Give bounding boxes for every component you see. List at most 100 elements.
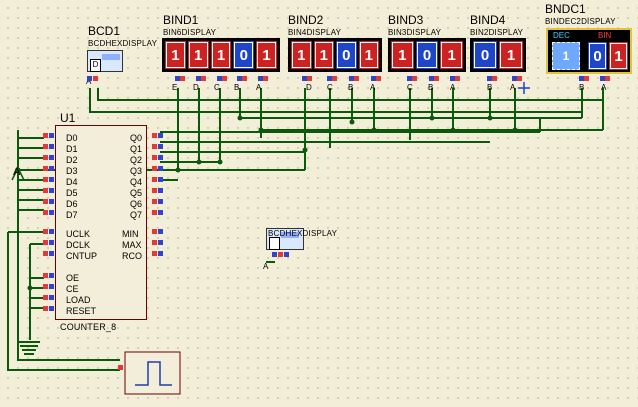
u1-pin-d2-state[interactable]: [49, 155, 54, 160]
u1-pin-q6-state[interactable]: [158, 199, 163, 204]
u1-pin-q2[interactable]: [152, 155, 157, 160]
bind2-pin-d: D: [306, 83, 312, 92]
u1-pin-d5-state[interactable]: [49, 188, 54, 193]
u1-pin-q7[interactable]: [152, 210, 157, 215]
pin-cntup: CNTUP: [66, 251, 97, 261]
bindc1-display[interactable]: DEC BIN 1 0 1: [546, 28, 632, 74]
u1-pin-d3-state[interactable]: [49, 166, 54, 171]
u1-pin-q1-state[interactable]: [158, 144, 163, 149]
display-pin-1-state[interactable]: [201, 76, 206, 81]
display-pin-15-state[interactable]: [605, 76, 610, 81]
u1-pin-q7-state[interactable]: [158, 210, 163, 215]
display-pin-11-state[interactable]: [455, 76, 460, 81]
display-pin-5-state[interactable]: [307, 76, 312, 81]
u1-pin-d1[interactable]: [43, 144, 48, 149]
display-pin-10-state[interactable]: [434, 76, 439, 81]
bind1-pin-e: E: [172, 83, 178, 92]
pin-d7: D7: [66, 210, 78, 220]
bind2-display[interactable]: 1 1 0 1: [288, 38, 382, 72]
u1-pin-q5[interactable]: [152, 188, 157, 193]
u1-pin-d7-state[interactable]: [49, 210, 54, 215]
u1-pin-q0[interactable]: [152, 133, 157, 138]
u1-pin-ctrl0-state[interactable]: [49, 229, 54, 234]
schematic-canvas[interactable]: BCD1 BCDHEXDISPLAY D A BIND1 BIN6DISPLAY…: [0, 0, 638, 407]
display-pin-4-state[interactable]: [263, 76, 268, 81]
u1-pin-ctrl2-0-state[interactable]: [49, 273, 54, 278]
crosshair-icon: [518, 82, 530, 94]
display-pin-9-state[interactable]: [412, 76, 417, 81]
bind2-type: BIN4DISPLAY: [288, 28, 342, 37]
u1-pin-out1[interactable]: [152, 240, 157, 245]
u1-pin-d0[interactable]: [43, 133, 48, 138]
u1-pin-d4-state[interactable]: [49, 177, 54, 182]
u1-pin-d6-state[interactable]: [49, 199, 54, 204]
u1-pin-ctrl0[interactable]: [43, 229, 48, 234]
pin-oe: OE: [66, 273, 80, 283]
bcd1-bar: [102, 54, 120, 60]
u1-pin-q0-state[interactable]: [158, 133, 163, 138]
u1-pin-out1-state[interactable]: [158, 240, 163, 245]
pin-ce: CE: [66, 284, 79, 294]
u1-pin-ctrl2-3[interactable]: [43, 306, 48, 311]
u1-pin-ctrl2-2-state[interactable]: [49, 295, 54, 300]
u1-pin-q1[interactable]: [152, 144, 157, 149]
u1-pin-d4[interactable]: [43, 177, 48, 182]
bind4-display[interactable]: 0 1: [470, 38, 526, 72]
bindc1-ref: BNDC1: [545, 2, 586, 16]
u1-pin-ctrl1-state[interactable]: [49, 240, 54, 245]
bind1-digit: 0: [233, 41, 255, 69]
display-pin-7-state[interactable]: [354, 76, 359, 81]
u1-pin-ctrl2-state[interactable]: [49, 251, 54, 256]
u1-pin-ctrl2-1-state[interactable]: [49, 284, 54, 289]
clock-generator: [124, 351, 181, 395]
bind1-type: BIN6DISPLAY: [163, 28, 217, 37]
u1-pin-out0-state[interactable]: [158, 229, 163, 234]
bindc1-digit: 1: [609, 42, 628, 70]
display-pin-8-state[interactable]: [376, 76, 381, 81]
display-pin-3-state[interactable]: [242, 76, 247, 81]
display-pin-2-state[interactable]: [222, 76, 227, 81]
u1-pin-d1-state[interactable]: [49, 144, 54, 149]
display-pin-14-state[interactable]: [584, 76, 589, 81]
u1-pin-ctrl2-1[interactable]: [43, 284, 48, 289]
display-pin-0-state[interactable]: [180, 76, 185, 81]
u1-pin-ctrl1[interactable]: [43, 240, 48, 245]
bind3-display[interactable]: 1 0 1: [388, 38, 466, 72]
pin-d6: D6: [66, 199, 78, 209]
bind1-display[interactable]: 1 1 1 0 1: [162, 38, 280, 72]
u1-pin-ctrl2-0[interactable]: [43, 273, 48, 278]
u1-pin-q4-state[interactable]: [158, 177, 163, 182]
u1-pin-out2-state[interactable]: [158, 251, 163, 256]
display-pin-12-state[interactable]: [492, 76, 497, 81]
u1-pin-q3-state[interactable]: [158, 166, 163, 171]
pin-uclk: UCLK: [66, 229, 91, 239]
u1-pin-q3[interactable]: [152, 166, 157, 171]
bind2-digit: 1: [291, 41, 312, 69]
u1-pin-ctrl2-3-state[interactable]: [49, 306, 54, 311]
display-pin-6-state[interactable]: [332, 76, 337, 81]
u1-pin-ctrl2[interactable]: [43, 251, 48, 256]
u1-pin-d2[interactable]: [43, 155, 48, 160]
bcd1-pin[interactable]: [87, 76, 92, 81]
counter-chip[interactable]: D0 D1 D2 D3 D4 D5 D6 D7 Q0 Q1 Q2 Q3 Q4 Q…: [55, 125, 147, 320]
hex2-pin-3[interactable]: [284, 252, 289, 257]
bcd1-pin-state[interactable]: [93, 76, 98, 81]
u1-pin-d0-state[interactable]: [49, 133, 54, 138]
hex2-pin-1[interactable]: [272, 252, 277, 257]
bind1-digit: 1: [256, 41, 277, 69]
u1-pin-ctrl2-2[interactable]: [43, 295, 48, 300]
display-pin-13-state[interactable]: [517, 76, 522, 81]
u1-pin-q2-state[interactable]: [158, 155, 163, 160]
u1-pin-d7[interactable]: [43, 210, 48, 215]
bcd1-display[interactable]: D: [87, 50, 123, 72]
hex2-pin-2[interactable]: [278, 252, 283, 257]
u1-pin-d3[interactable]: [43, 166, 48, 171]
u1-pin-out0[interactable]: [152, 229, 157, 234]
u1-pin-out2[interactable]: [152, 251, 157, 256]
u1-pin-d6[interactable]: [43, 199, 48, 204]
u1-pin-q6[interactable]: [152, 199, 157, 204]
u1-pin-q5-state[interactable]: [158, 188, 163, 193]
u1-pin-d5[interactable]: [43, 188, 48, 193]
hex2-digit: [269, 237, 280, 250]
u1-pin-q4[interactable]: [152, 177, 157, 182]
